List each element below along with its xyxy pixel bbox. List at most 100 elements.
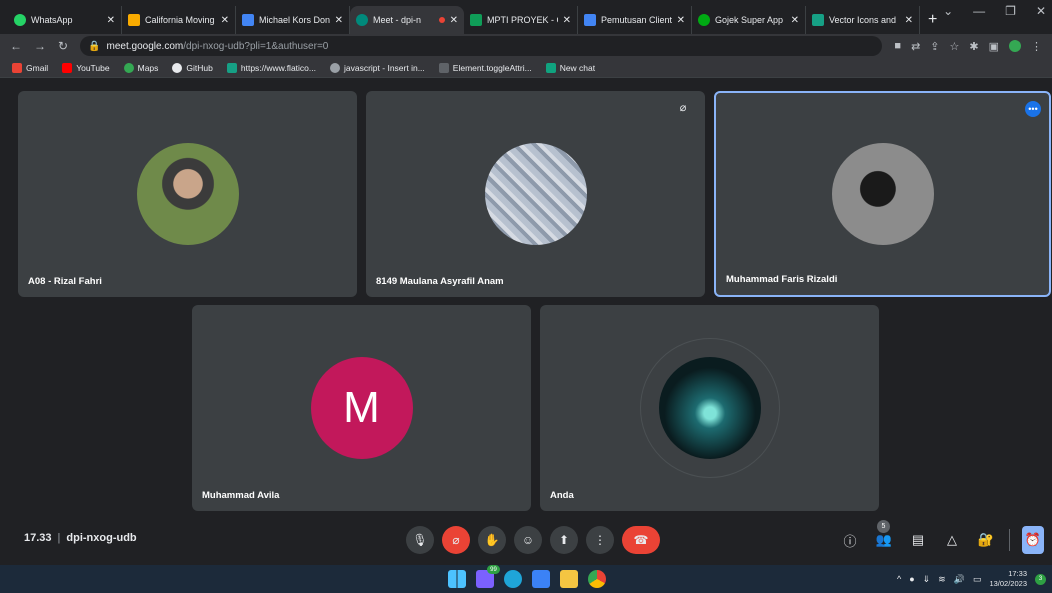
bookmark-javascript[interactable]: javascript - Insert in... xyxy=(330,62,425,73)
start-icon[interactable] xyxy=(448,570,466,588)
avatar: M xyxy=(310,357,413,459)
clock-time: 17:33 xyxy=(1008,569,1027,578)
url-path: /dpi-nxog-udb?pli=1&authuser=0 xyxy=(183,40,329,52)
notes-icon[interactable] xyxy=(532,570,550,588)
tab-mpti-proyek[interactable]: MPTI PROYEK - G ✕ xyxy=(464,6,578,34)
tab-michael-kors[interactable]: Michael Kors Don ✕ xyxy=(236,6,350,34)
bookmark-toggle-attribute[interactable]: Element.toggleAttri... xyxy=(438,62,532,73)
profile-avatar[interactable] xyxy=(1009,40,1021,52)
bookmark-flaticon[interactable]: https://www.flatico... xyxy=(226,62,316,73)
tray-app-icon[interactable]: ● xyxy=(909,574,914,584)
gojek-icon xyxy=(698,14,710,26)
maps-icon xyxy=(123,62,134,73)
back-icon[interactable]: ← xyxy=(10,39,22,53)
avatar xyxy=(831,143,934,245)
menu-icon[interactable]: ⋮ xyxy=(1031,40,1042,53)
reload-icon[interactable]: ↻ xyxy=(58,39,68,53)
leave-call-button[interactable]: ☎ xyxy=(622,526,660,554)
more-vert-icon: ⋮ xyxy=(594,533,606,547)
tab-pemutusan-client[interactable]: Pemutusan Client ✕ xyxy=(578,6,692,34)
close-tab-icon[interactable]: ✕ xyxy=(563,15,571,26)
mdn-icon xyxy=(438,62,449,73)
gmail-icon xyxy=(12,62,22,73)
file-explorer-icon[interactable] xyxy=(560,570,578,588)
activities-button[interactable]: ⏰ xyxy=(1022,526,1044,554)
tab-meet[interactable]: Meet - dpi-n ✕ xyxy=(350,6,464,34)
chevron-up-icon[interactable]: ^ xyxy=(897,574,901,584)
meeting-time: 17.33 xyxy=(24,532,52,544)
camera-in-use-icon[interactable]: ■ xyxy=(894,40,901,52)
activities-shapes-button[interactable]: △ xyxy=(941,526,963,554)
share-icon[interactable]: ⇪ xyxy=(930,40,939,53)
tab-title: California Moving xyxy=(145,15,215,25)
bookmark-label: Gmail xyxy=(26,62,49,73)
system-tray: ^ ● ⇓ ≋ 🔊 ▭ 17:33 13/02/2023 3 xyxy=(897,569,1046,589)
taskbar-apps: 99 xyxy=(448,565,606,588)
participant-tile[interactable]: ⌀ 8149 Maulana Asyrafil Anam xyxy=(366,91,705,297)
battery-icon[interactable]: ▭ xyxy=(973,574,982,585)
restore-icon[interactable]: ❐ xyxy=(1005,4,1016,18)
more-options-icon[interactable]: ••• xyxy=(1025,101,1041,117)
edge-icon[interactable] xyxy=(504,570,522,588)
close-tab-icon[interactable]: ✕ xyxy=(335,15,343,26)
bookmark-github[interactable]: GitHub xyxy=(172,62,213,73)
camera-off-button[interactable]: ⌀ xyxy=(442,526,470,554)
bookmark-new-chat[interactable]: New chat xyxy=(545,62,595,73)
more-options-button[interactable]: ⋮ xyxy=(586,526,614,554)
host-controls-button[interactable]: 🔐 xyxy=(975,526,997,554)
forward-icon[interactable]: → xyxy=(34,39,46,53)
wifi-icon[interactable]: ≋ xyxy=(938,574,946,585)
participant-name: A08 - Rizal Fahri xyxy=(28,276,102,287)
volume-icon[interactable]: 🔊 xyxy=(954,574,965,585)
recording-dot-icon xyxy=(438,17,445,23)
microphone-button[interactable]: 🎙 xyxy=(406,526,434,554)
tab-vector-icons[interactable]: Vector Icons and ✕ xyxy=(806,6,920,34)
browser-toolbar: ← → ↻ 🔒 meet.google.com/dpi-nxog-udb?pli… xyxy=(0,34,1052,58)
extensions-icon[interactable]: ✱ xyxy=(969,40,978,53)
address-bar[interactable]: 🔒 meet.google.com/dpi-nxog-udb?pli=1&aut… xyxy=(80,36,883,56)
bookmark-gmail[interactable]: Gmail xyxy=(12,62,49,73)
notification-badge[interactable]: 3 xyxy=(1035,573,1046,585)
tab-gojek[interactable]: Gojek Super App ✕ xyxy=(692,6,806,34)
close-tab-icon[interactable]: ✕ xyxy=(450,15,458,26)
meeting-details-button[interactable]: ⓘ xyxy=(839,526,861,554)
bookmark-maps[interactable]: Maps xyxy=(123,62,158,73)
participant-tile[interactable]: M Muhammad Avila xyxy=(192,305,531,511)
close-tab-icon[interactable]: ✕ xyxy=(791,15,799,26)
close-tab-icon[interactable]: ✕ xyxy=(221,15,229,26)
participant-tile[interactable]: ••• Muhammad Faris Rizaldi xyxy=(714,91,1051,297)
chat-icon: ▤ xyxy=(911,532,925,547)
tab-whatsapp[interactable]: WhatsApp ✕ xyxy=(8,6,122,34)
translate-icon[interactable]: ⇄ xyxy=(911,40,920,53)
participant-tile[interactable]: A08 - Rizal Fahri xyxy=(18,91,357,297)
close-window-icon[interactable]: ✕ xyxy=(1036,4,1046,18)
minimize-icon[interactable]: — xyxy=(973,4,985,18)
tab-california-moving[interactable]: California Moving ✕ xyxy=(122,6,236,34)
close-tab-icon[interactable]: ✕ xyxy=(107,15,115,26)
present-button[interactable]: ⬆ xyxy=(550,526,578,554)
participant-name: Muhammad Faris Rizaldi xyxy=(726,274,838,285)
close-tab-icon[interactable]: ✕ xyxy=(905,15,913,26)
clock[interactable]: 17:33 13/02/2023 xyxy=(989,569,1027,589)
reactions-button[interactable]: ☺ xyxy=(514,526,542,554)
usb-icon[interactable]: ⇓ xyxy=(923,574,931,585)
participant-tile[interactable]: Anda xyxy=(540,305,879,511)
bookmark-youtube[interactable]: YouTube xyxy=(62,62,110,73)
chrome-icon[interactable] xyxy=(588,570,606,588)
bookmark-label: Element.toggleAttri... xyxy=(452,62,532,73)
raise-hand-button[interactable]: ✋ xyxy=(478,526,506,554)
side-panel-icon[interactable]: ▣ xyxy=(989,40,999,53)
people-icon: 👥 xyxy=(875,532,893,547)
meeting-info: 17.33 | dpi-nxog-udb xyxy=(24,532,137,544)
chat-button[interactable]: ▤ xyxy=(907,526,929,554)
bookmark-star-icon[interactable]: ☆ xyxy=(950,40,960,53)
meet-control-bar: 17.33 | dpi-nxog-udb 🎙 ⌀ ✋ ☺ ⬆ ⋮ ☎ ⓘ 5 👥 ▤ … xyxy=(0,520,1052,560)
close-tab-icon[interactable]: ✕ xyxy=(677,15,685,26)
people-button[interactable]: 5 👥 xyxy=(873,520,895,554)
chevron-down-icon[interactable]: ⌄ xyxy=(943,4,953,18)
call-controls: 🎙 ⌀ ✋ ☺ ⬆ ⋮ ☎ xyxy=(406,526,660,554)
bookmarks-bar: Gmail YouTube Maps GitHub https://www.fl… xyxy=(0,58,1052,78)
bookmark-label: YouTube xyxy=(76,62,110,73)
store-icon[interactable]: 99 xyxy=(476,565,500,588)
new-tab-button[interactable]: + xyxy=(920,6,945,34)
